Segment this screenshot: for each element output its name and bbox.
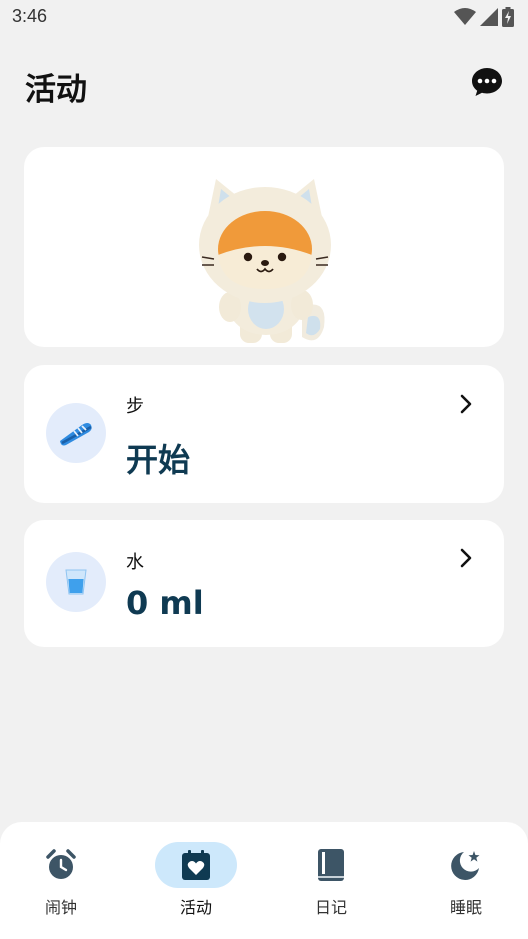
- status-bar: 3:46: [0, 0, 528, 36]
- moon-star-icon: [451, 851, 480, 880]
- calendar-heart-icon: [182, 850, 210, 880]
- status-icons: [454, 7, 514, 27]
- book-icon: [318, 849, 344, 881]
- nav-item-sleep[interactable]: 睡眠: [411, 842, 521, 922]
- bottom-nav: 闹钟 活动 日记 睡眠: [0, 822, 528, 939]
- nav-item-diary[interactable]: 日记: [276, 842, 386, 922]
- nav-item-activity[interactable]: 活动: [141, 842, 251, 922]
- status-time: 3:46: [12, 6, 48, 26]
- chat-button[interactable]: [470, 66, 504, 98]
- battery-icon: [502, 7, 514, 27]
- nav-item-alarm[interactable]: 闹钟: [6, 842, 116, 922]
- alarm-clock-icon: [46, 849, 76, 879]
- mascot-card: [24, 147, 504, 347]
- wifi-icon: [454, 8, 476, 25]
- chat-bubble-icon: [472, 68, 502, 96]
- steps-value: 开始: [126, 441, 191, 479]
- nav-label-alarm: 闹钟: [44, 898, 77, 917]
- sneaker-icon: [60, 423, 92, 446]
- nav-label-sleep: 睡眠: [449, 898, 482, 917]
- water-card[interactable]: 水 0 ml: [24, 520, 504, 647]
- nav-label-activity: 活动: [179, 898, 212, 917]
- chevron-right-icon[interactable]: [456, 393, 476, 415]
- steps-card[interactable]: 步 开始: [24, 365, 504, 503]
- nav-label-diary: 日记: [314, 898, 347, 917]
- water-glass-icon: [65, 569, 87, 595]
- water-label: 水: [126, 552, 144, 573]
- signal-icon: [480, 8, 498, 26]
- fox-mascot-illustration: [199, 179, 331, 343]
- page-title: 活动: [25, 72, 87, 108]
- steps-label: 步: [126, 396, 144, 417]
- water-icon-circle: [46, 552, 106, 612]
- chevron-right-icon[interactable]: [456, 547, 476, 569]
- water-value: 0 ml: [126, 584, 204, 622]
- steps-icon-circle: [46, 403, 106, 463]
